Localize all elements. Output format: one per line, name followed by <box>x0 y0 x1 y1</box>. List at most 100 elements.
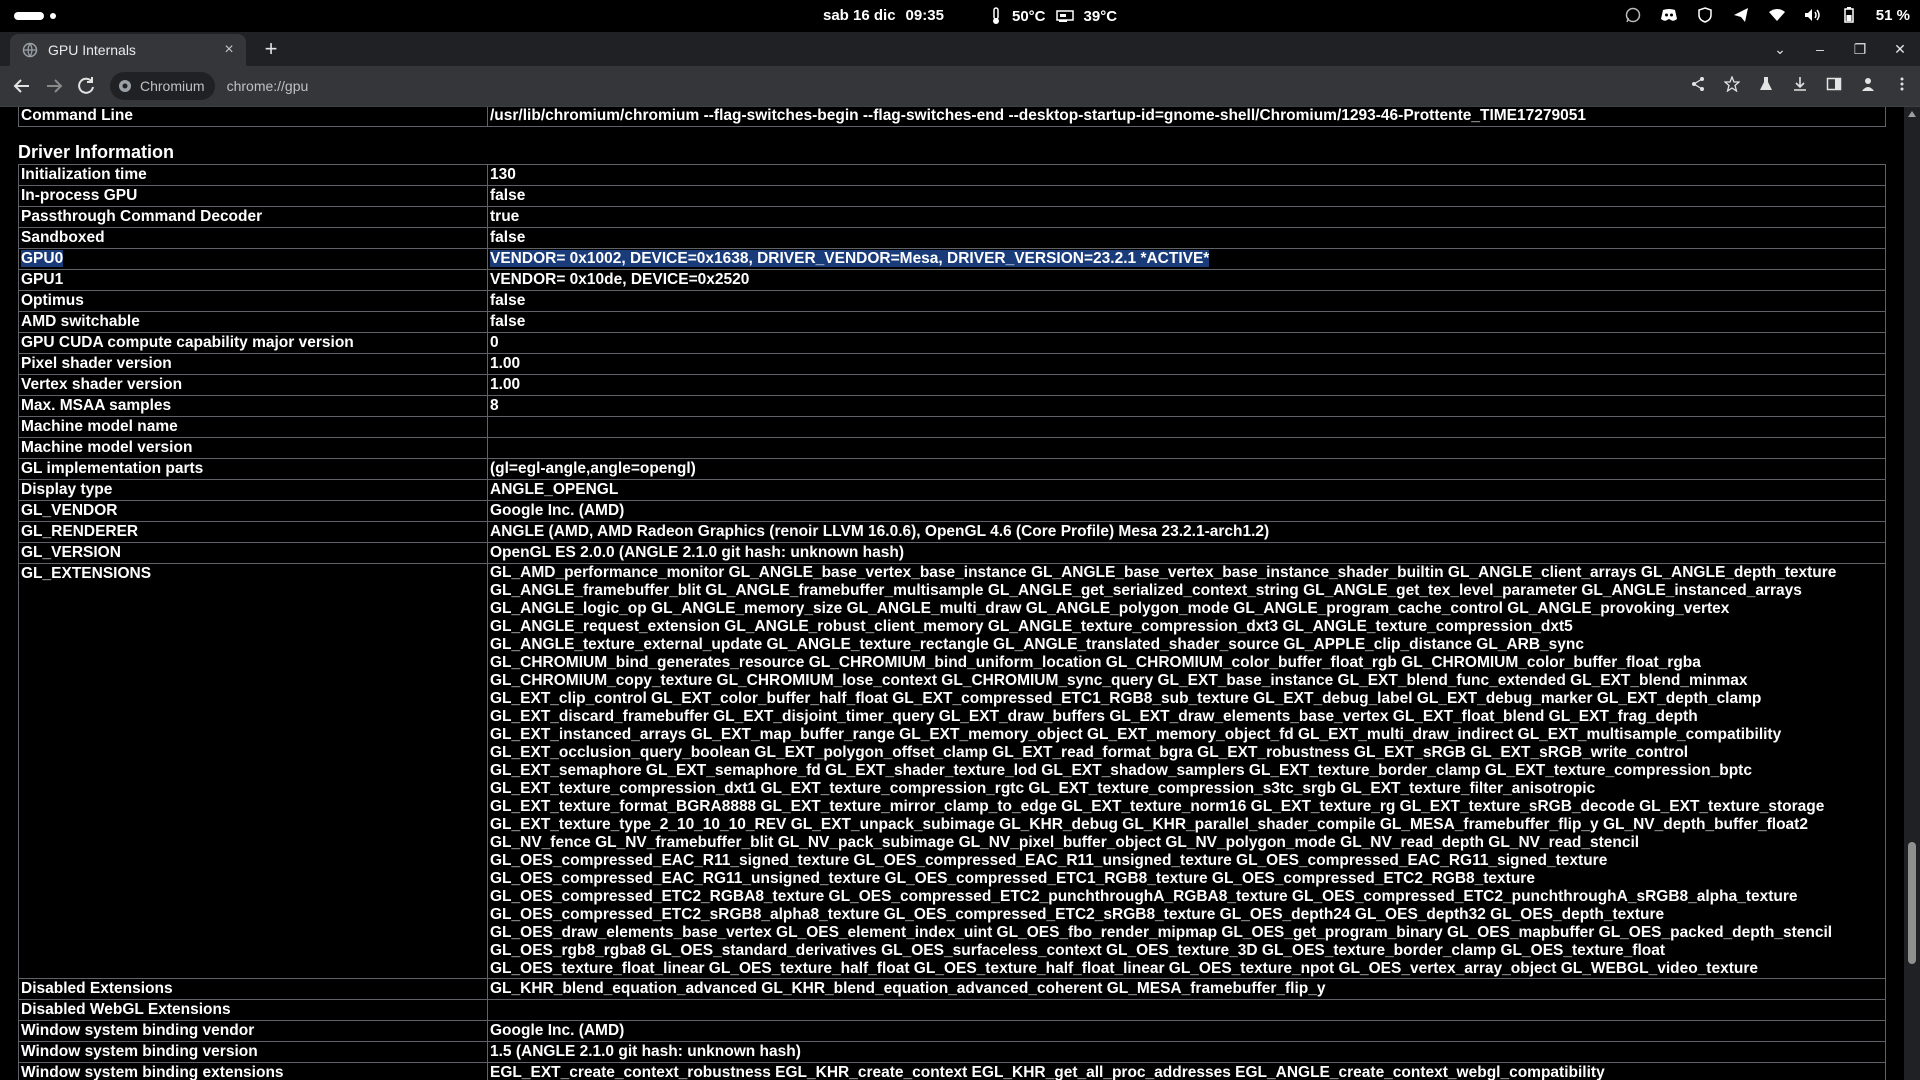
workspace-active-pill <box>14 12 44 20</box>
table-row: Command Line /usr/lib/chromium/chromium … <box>18 107 1886 127</box>
wifi-icon[interactable] <box>1768 6 1786 24</box>
table-row: GL_VENDOR Google Inc. (AMD) <box>18 500 1886 522</box>
table-row: GPU0 VENDOR= 0x1002, DEVICE=0x1638, DRIVE… <box>18 248 1886 270</box>
labs-flask-icon[interactable] <box>1756 74 1776 94</box>
extension-line: GL_ANGLE_request_extension GL_ANGLE_robu… <box>490 618 1573 635</box>
extension-line: GL_OES_compressed_EAC_RG11_unsigned_text… <box>490 870 1535 887</box>
temperature-indicator[interactable]: 50°C 39°C <box>990 7 1117 25</box>
new-tab-button[interactable]: + <box>258 36 284 62</box>
tab-close-icon[interactable]: × <box>218 41 240 59</box>
share-icon[interactable] <box>1688 74 1708 94</box>
restore-button[interactable]: ❐ <box>1840 41 1880 58</box>
row-value-text: false <box>490 292 526 309</box>
extension-line: GL_OES_texture_float_linear GL_OES_textu… <box>490 960 1758 977</box>
bookmark-star-icon[interactable] <box>1722 74 1742 94</box>
row-label-text: Display type <box>21 481 113 498</box>
menu-kebab-icon[interactable] <box>1892 74 1912 94</box>
table-row: Pixel shader version 1.00 <box>18 353 1886 375</box>
extension-line: GL_ANGLE_framebuffer_blit GL_ANGLE_frame… <box>490 582 1802 599</box>
row-label: GPU1 <box>18 269 488 291</box>
site-info-chip[interactable]: Chromium <box>110 72 215 100</box>
extension-line: GL_EXT_clip_control GL_EXT_color_buffer_… <box>490 690 1762 707</box>
telegram-icon[interactable] <box>1732 6 1750 24</box>
tab-gpu-internals[interactable]: GPU Internals × <box>10 34 246 66</box>
table-row: Machine model version <box>18 437 1886 459</box>
extension-line: GL_OES_rgb8_rgba8 GL_OES_standard_deriva… <box>490 942 1666 959</box>
discord-icon[interactable] <box>1660 6 1678 24</box>
back-arrow-icon[interactable] <box>10 74 34 98</box>
row-label: Optimus <box>18 290 488 312</box>
tab-search-button[interactable]: ⌄ <box>1760 41 1800 58</box>
row-value-text: OpenGL ES 2.0.0 (ANGLE 2.1.0 git hash: u… <box>490 544 904 561</box>
table-row: Passthrough Command Decoder true <box>18 206 1886 228</box>
forward-arrow-icon[interactable] <box>42 74 66 98</box>
thermometer-icon <box>993 7 999 24</box>
command-line-label: Command Line <box>18 107 488 127</box>
row-value: 130 <box>487 164 1886 186</box>
row-value: VENDOR= 0x10de, DEVICE=0x2520 <box>487 269 1886 291</box>
row-value <box>487 999 1886 1021</box>
table-row: Disabled Extensions GL_KHR_blend_equation… <box>18 978 1886 1000</box>
scroll-thumb[interactable] <box>1908 842 1916 964</box>
row-label: GPU CUDA compute capability major versio… <box>18 332 488 354</box>
toolbar-actions <box>1688 74 1912 94</box>
row-value: VENDOR= 0x1002, DEVICE=0x1638, DRIVER_VE… <box>487 248 1886 270</box>
tab-strip: GPU Internals × + ⌄ – ❐ ✕ <box>0 32 1920 66</box>
address-bar[interactable]: Chromium chrome://gpu <box>110 71 1640 101</box>
row-value: 0 <box>487 332 1886 354</box>
row-value-text: 1.5 (ANGLE 2.1.0 git hash: unknown hash) <box>490 1043 801 1060</box>
row-label: Window system binding vendor <box>18 1020 488 1042</box>
row-label: Pixel shader version <box>18 353 488 375</box>
row-label-text: Window system binding version <box>21 1043 258 1060</box>
row-label: GPU0 <box>18 248 488 270</box>
table-row: Vertex shader version 1.00 <box>18 374 1886 396</box>
gpu-card-icon <box>1055 10 1074 22</box>
row-value-text: 1.00 <box>490 376 521 393</box>
activities-indicator[interactable] <box>14 12 56 20</box>
row-value <box>487 437 1886 459</box>
volume-icon[interactable] <box>1804 6 1822 24</box>
command-line-value: /usr/lib/chromium/chromium --flag-switch… <box>487 107 1886 127</box>
driver-info-table: Initialization time 130 In-process GPU fals… <box>18 164 1886 1080</box>
table-row: Sandboxed false <box>18 227 1886 249</box>
page-content: Command Line /usr/lib/chromium/chromium … <box>0 107 1904 1080</box>
close-window-button[interactable]: ✕ <box>1880 41 1920 58</box>
clock[interactable]: sab 16 dic 09:35 <box>823 7 944 24</box>
row-label: Window system binding version <box>18 1041 488 1063</box>
row-value-text: false <box>490 313 526 330</box>
reload-icon[interactable] <box>74 74 98 98</box>
row-value-text: (gl=egl-angle,angle=opengl) <box>490 460 696 477</box>
minimize-button[interactable]: – <box>1800 41 1840 57</box>
time-label: 09:35 <box>905 7 944 24</box>
gl-extensions-value: GL_AMD_performance_monitor GL_ANGLE_base… <box>487 563 1886 979</box>
row-label-text: In-process GPU <box>21 187 138 204</box>
row-value-text: false <box>490 187 526 204</box>
side-panel-icon[interactable] <box>1824 74 1844 94</box>
row-label-text: GPU CUDA compute capability major versio… <box>21 334 354 351</box>
extension-line: GL_OES_compressed_ETC2_RGBA8_texture GL_… <box>490 888 1798 905</box>
url-text[interactable]: chrome://gpu <box>227 78 309 94</box>
vertical-scrollbar[interactable] <box>1904 107 1920 1080</box>
table-row: Display type ANGLE_OPENGL <box>18 479 1886 501</box>
row-value-text: 1.00 <box>490 355 521 372</box>
extension-line: GL_EXT_occlusion_query_boolean GL_EXT_po… <box>490 744 1689 761</box>
table-row: Disabled WebGL Extensions <box>18 999 1886 1021</box>
row-label: In-process GPU <box>18 185 488 207</box>
row-label-text: GL_RENDERER <box>21 523 139 540</box>
row-label-text: Machine model name <box>21 418 178 435</box>
workspace-dot <box>50 13 56 19</box>
table-row: Initialization time 130 <box>18 164 1886 186</box>
table-row: GPU CUDA compute capability major versio… <box>18 332 1886 354</box>
download-icon[interactable] <box>1790 74 1810 94</box>
battery-icon[interactable] <box>1840 6 1858 24</box>
system-top-bar: sab 16 dic 09:35 50°C 39°C 51 % <box>0 0 1920 32</box>
row-label-text: GL implementation parts <box>21 460 204 477</box>
row-label: GL_VENDOR <box>18 500 488 522</box>
profile-avatar-icon[interactable] <box>1858 74 1878 94</box>
shield-icon[interactable] <box>1696 6 1714 24</box>
whatsapp-icon[interactable] <box>1624 6 1642 24</box>
scroll-up-arrow-icon[interactable] <box>1908 111 1916 117</box>
row-value: 1.5 (ANGLE 2.1.0 git hash: unknown hash) <box>487 1041 1886 1063</box>
browser-toolbar: Chromium chrome://gpu <box>0 66 1920 107</box>
table-row: AMD switchable false <box>18 311 1886 333</box>
